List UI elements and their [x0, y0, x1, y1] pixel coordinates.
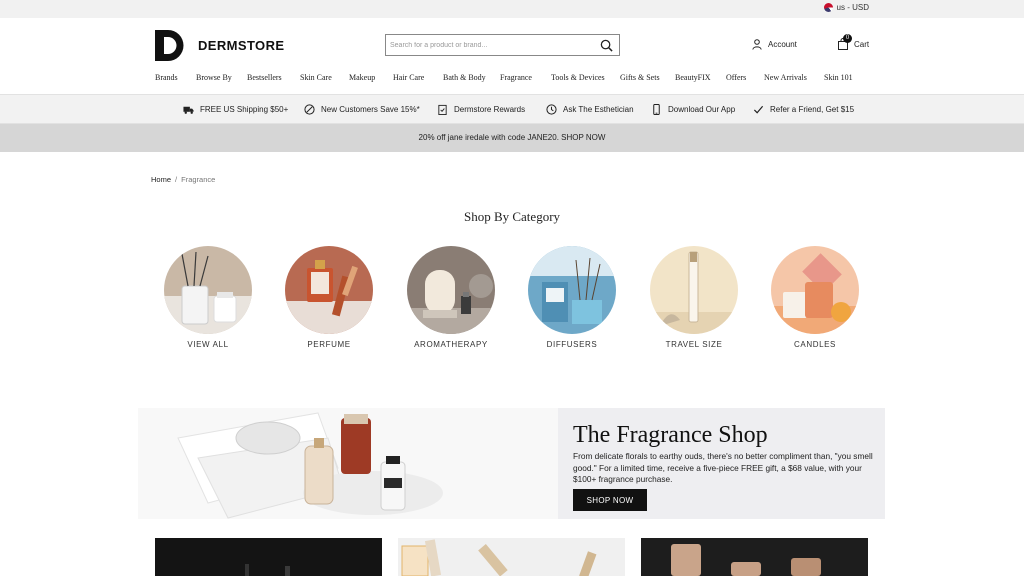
benefit-label: Refer a Friend, Get $15 — [770, 105, 855, 114]
locale-selector[interactable]: us - USD — [823, 3, 869, 12]
nav-item-bath-body[interactable]: Bath & Body — [443, 73, 486, 82]
category-image — [771, 246, 859, 334]
phone-icon — [653, 104, 660, 115]
promo-tile-1[interactable] — [155, 538, 382, 576]
fragrance-shop-banner: The Fragrance Shop From delicate florals… — [138, 408, 885, 519]
us-flag-icon — [823, 3, 833, 12]
category-image — [528, 246, 616, 334]
nav-item-browse-by[interactable]: Browse By — [196, 73, 232, 82]
category-view-all[interactable]: VIEW ALL — [163, 246, 253, 349]
tile-image — [401, 539, 597, 576]
benefit-label: Download Our App — [668, 105, 736, 114]
nav-item-makeup[interactable]: Makeup — [349, 73, 375, 82]
nav-item-offers[interactable]: Offers — [726, 73, 746, 82]
banner-title: The Fragrance Shop — [573, 422, 768, 448]
category-image — [164, 246, 252, 334]
nav-item-new-arrivals[interactable]: New Arrivals — [764, 73, 807, 82]
benefit-ask-esthetician[interactable]: Ask The Esthetician — [546, 104, 634, 115]
category-image — [407, 246, 495, 334]
utility-bar: us - USD — [0, 0, 1024, 18]
benefit-rewards[interactable]: Dermstore Rewards — [437, 104, 525, 115]
category-label: PERFUME — [307, 340, 351, 349]
benefit-refer-friend[interactable]: Refer a Friend, Get $15 — [753, 104, 854, 115]
category-travel-size[interactable]: TRAVEL SIZE — [649, 246, 739, 349]
cart-label: Cart — [854, 39, 870, 49]
truck-icon — [183, 106, 194, 114]
benefit-label: Dermstore Rewards — [454, 105, 526, 114]
category-aromatherapy[interactable]: AROMATHERAPY — [406, 246, 496, 349]
nav-item-brands[interactable]: Brands — [155, 73, 178, 82]
benefit-free-shipping[interactable]: FREE US Shipping $50+ — [183, 104, 288, 115]
check-icon — [753, 105, 764, 114]
nav-item-fragrance[interactable]: Fragrance — [500, 73, 532, 82]
benefits-bar: FREE US Shipping $50+ New Customers Save… — [0, 94, 1024, 124]
category-image — [285, 246, 373, 334]
shop-by-category-title: Shop By Category — [463, 209, 561, 224]
tile-image — [245, 564, 290, 576]
category-diffusers[interactable]: DIFFUSERS — [527, 246, 617, 349]
banner-description: From delicate florals to earthy ouds, th… — [573, 451, 873, 484]
benefit-label: FREE US Shipping $50+ — [200, 105, 289, 114]
nav-item-gifts-sets[interactable]: Gifts & Sets — [620, 73, 660, 82]
nav-item-tools-devices[interactable]: Tools & Devices — [551, 73, 605, 82]
dermstore-logo[interactable]: DERMSTORE — [155, 30, 284, 61]
breadcrumb: Home / Fragrance — [151, 175, 215, 184]
category-label: DIFFUSERS — [546, 340, 598, 349]
category-label: VIEW ALL — [187, 340, 229, 349]
locale-label: us - USD — [836, 3, 869, 12]
user-icon — [752, 39, 762, 50]
dermstore-logo-icon — [155, 30, 184, 61]
account-label: Account — [768, 40, 797, 49]
benefit-new-customers[interactable]: New Customers Save 15%* — [304, 104, 420, 115]
category-image — [650, 246, 738, 334]
benefit-label: Ask The Esthetician — [563, 105, 634, 114]
benefit-label: New Customers Save 15%* — [321, 105, 420, 114]
nav-item-hair-care[interactable]: Hair Care — [393, 73, 424, 82]
logo-text: DERMSTORE — [198, 38, 285, 53]
promo-tile-2[interactable] — [398, 538, 625, 576]
search-icon[interactable] — [600, 39, 613, 52]
promo-banner[interactable]: 20% off jane iredale with code JANE20. S… — [0, 124, 1024, 152]
cart-count-badge: 0 — [843, 34, 852, 43]
search-input[interactable] — [390, 36, 590, 54]
banner-image — [138, 408, 558, 519]
clipboard-check-icon — [438, 104, 447, 115]
search-box — [385, 34, 620, 56]
category-label: AROMATHERAPY — [414, 340, 488, 349]
category-candles[interactable]: CANDLES — [770, 246, 860, 349]
site-header: DERMSTORE Account 0 Cart Brands Browse B… — [0, 18, 1024, 94]
account-link[interactable]: Account — [752, 39, 797, 50]
promo-tile-3[interactable] — [641, 538, 868, 576]
nav-item-skin-101[interactable]: Skin 101 — [824, 73, 853, 82]
breadcrumb-separator: / — [175, 175, 178, 184]
nav-item-beautyfix[interactable]: BeautyFIX — [675, 73, 711, 82]
category-label: CANDLES — [794, 340, 836, 349]
category-perfume[interactable]: PERFUME — [284, 246, 374, 349]
nav-item-bestsellers[interactable]: Bestsellers — [247, 73, 282, 82]
tile-image — [671, 544, 821, 576]
tag-icon — [304, 104, 315, 115]
breadcrumb-current: Fragrance — [181, 175, 216, 184]
shop-now-button[interactable]: SHOP NOW — [573, 489, 647, 511]
benefit-download-app[interactable]: Download Our App — [651, 104, 735, 115]
clock-icon — [546, 104, 557, 115]
nav-item-skin-care[interactable]: Skin Care — [300, 73, 332, 82]
cart-link[interactable]: 0 Cart — [837, 34, 870, 50]
breadcrumb-home[interactable]: Home — [151, 175, 171, 184]
cart-icon-wrap: 0 — [837, 34, 852, 50]
category-label: TRAVEL SIZE — [665, 340, 723, 349]
